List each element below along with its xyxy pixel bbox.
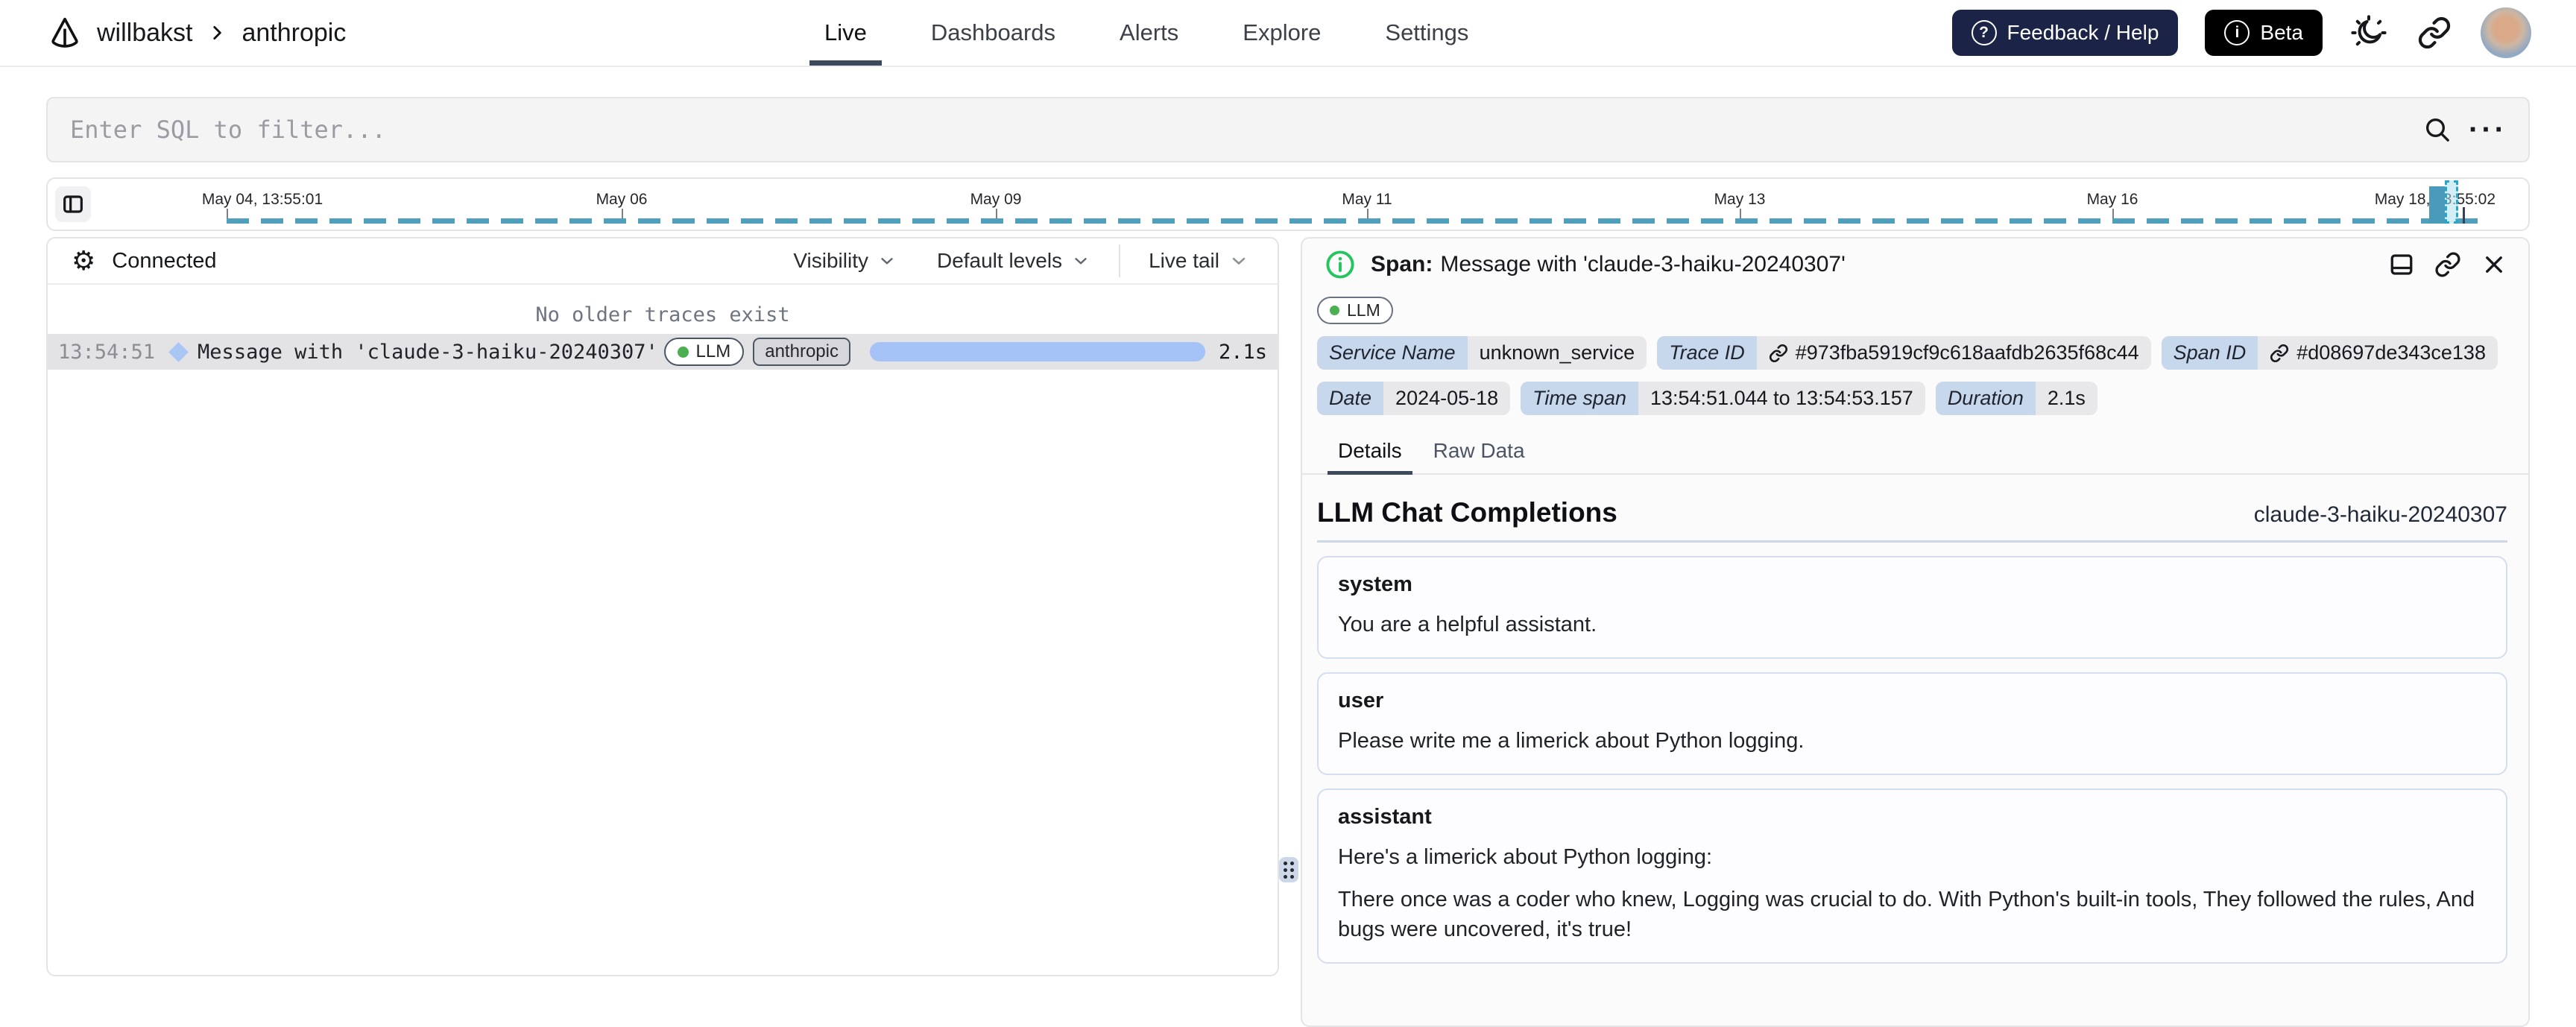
span-meta-row-2: Date 2024-05-18 Time span 13:54:51.044 t… — [1302, 382, 2528, 415]
timeline-selection-region[interactable] — [2445, 180, 2458, 224]
section-header: LLM Chat Completions claude-3-haiku-2024… — [1317, 497, 2507, 528]
chevron-down-icon — [1232, 257, 1246, 265]
span-panel-header: Span: Message with 'claude-3-haiku-202403… — [1302, 238, 2528, 291]
tab-details[interactable]: Details — [1328, 432, 1412, 475]
span-title: Span: Message with 'claude-3-haiku-202403… — [1371, 252, 1846, 276]
model-name: claude-3-haiku-20240307 — [2253, 502, 2507, 527]
breadcrumb-org[interactable]: willbakst — [97, 19, 192, 48]
message-role: system — [1338, 572, 1412, 596]
timeline-tick-label: May 13 — [1714, 191, 1766, 208]
feedback-help-button[interactable]: ? Feedback / Help — [1951, 10, 2179, 56]
timeline-now-marker — [2463, 207, 2465, 224]
message-role: user — [1338, 689, 1384, 713]
green-dot-icon — [677, 346, 689, 358]
top-navbar: willbakst anthropic Live Dashboards Aler… — [0, 0, 2576, 67]
sql-filter-bar: ··· — [46, 97, 2530, 162]
trace-timestamp: 13:54:51 — [58, 340, 156, 364]
message-content: There once was a coder who knew, Logging… — [1338, 888, 2475, 941]
copy-link-icon[interactable] — [2433, 250, 2463, 279]
green-dot-icon — [1330, 306, 1339, 315]
span-llm-badge: LLM — [1317, 297, 1393, 324]
main-nav-tabs: Live Dashboards Alerts Explore Settings — [809, 0, 1473, 66]
user-avatar[interactable] — [2481, 7, 2531, 58]
timeline-tick-label: May 04, 13:55:01 — [201, 191, 323, 208]
visibility-dropdown[interactable]: Visibility — [781, 249, 909, 273]
live-tail-dropdown[interactable]: Live tail — [1137, 249, 1261, 273]
tab-settings[interactable]: Settings — [1380, 0, 1473, 66]
trace-row[interactable]: 13:54:51 Message with 'claude-3-haiku-20… — [48, 334, 1278, 370]
sql-filter-input[interactable] — [48, 98, 2423, 161]
search-icon[interactable] — [2422, 115, 2452, 145]
section-divider — [1317, 540, 2507, 543]
span-diamond-icon — [168, 341, 189, 362]
sidebar-toggle-icon[interactable] — [55, 186, 91, 222]
message-role: assistant — [1338, 805, 1432, 829]
message-card-user: user Please write me a limerick about Py… — [1317, 672, 2507, 776]
message-card-system: system You are a helpful assistant. — [1317, 556, 2507, 660]
close-icon[interactable] — [2479, 250, 2509, 279]
beta-button[interactable]: i Beta — [2205, 10, 2323, 56]
span-detail-tabs: Details Raw Data — [1302, 432, 2528, 475]
timeline-tick-label: May 16 — [2086, 191, 2138, 208]
timeline-tick-label: May 06 — [596, 191, 648, 208]
breadcrumb-project[interactable]: anthropic — [242, 19, 346, 48]
gear-icon[interactable]: ⚙ — [72, 247, 95, 274]
section-title: LLM Chat Completions — [1317, 497, 1617, 528]
span-meta-row-1: Service Name unknown_service Trace ID #9… — [1302, 336, 2528, 370]
tab-alerts[interactable]: Alerts — [1115, 0, 1183, 66]
default-levels-dropdown[interactable]: Default levels — [925, 249, 1102, 273]
chevron-right-icon — [207, 23, 227, 42]
info-circle-icon: i — [2224, 20, 2250, 45]
duration-bar — [869, 342, 1205, 361]
dock-bottom-icon[interactable] — [2387, 250, 2416, 279]
chevron-down-icon — [1075, 258, 1087, 265]
timeline-histogram-bar — [2429, 186, 2445, 224]
tab-raw-data[interactable]: Raw Data — [1429, 432, 1530, 473]
link-icon — [2270, 344, 2289, 362]
connection-status: Connected — [112, 248, 217, 273]
tab-live[interactable]: Live — [809, 0, 882, 66]
logfire-flame-logo-icon[interactable] — [48, 16, 82, 50]
llm-tag-badge: LLM — [663, 338, 745, 366]
trace-message: Message with 'claude-3-haiku-20240307' — [198, 340, 658, 364]
no-older-traces-message: No older traces exist — [535, 303, 790, 326]
timeline-tick-label: May 11 — [1342, 191, 1392, 208]
duration-text: 2.1s — [1218, 340, 1267, 364]
duration-chip: Duration 2.1s — [1935, 382, 2097, 415]
span-details-panel: Span: Message with 'claude-3-haiku-202403… — [1301, 237, 2530, 1027]
header-divider — [1119, 244, 1121, 277]
message-content: You are a helpful assistant. — [1338, 613, 1597, 636]
theme-toggle-icon[interactable] — [2349, 13, 2388, 52]
tab-dashboards[interactable]: Dashboards — [926, 0, 1060, 66]
tab-explore[interactable]: Explore — [1238, 0, 1325, 66]
timeline-activity-dashes — [227, 218, 2484, 224]
link-icon — [1769, 344, 1787, 362]
span-id-chip[interactable]: Span ID #d08697de343ce138 — [2161, 336, 2498, 370]
traces-panel: ⚙ Connected Visibility Default levels Li… — [46, 237, 1279, 976]
traces-panel-header: ⚙ Connected Visibility Default levels Li… — [48, 238, 1278, 285]
time-span-chip: Time span 13:54:51.044 to 13:54:53.157 — [1521, 382, 1925, 415]
trace-id-chip[interactable]: Trace ID #973fba5919cf9c618aafdb2635f68c… — [1657, 336, 2151, 370]
nav-right-cluster: ? Feedback / Help i Beta — [1951, 0, 2531, 66]
breadcrumb: willbakst anthropic — [48, 0, 346, 66]
timeline-tick-label: May 09 — [970, 191, 1022, 208]
question-icon: ? — [1971, 20, 1997, 45]
chevron-down-icon — [881, 258, 893, 265]
info-icon — [1325, 249, 1356, 280]
date-chip: Date 2024-05-18 — [1317, 382, 1511, 415]
share-link-icon[interactable] — [2415, 13, 2454, 52]
panel-resize-handle[interactable] — [1279, 857, 1298, 882]
message-content: Here's a limerick about Python logging: — [1338, 845, 1713, 870]
message-content: Please write me a limerick about Python … — [1338, 729, 1805, 753]
provider-tag-badge: anthropic — [753, 338, 850, 366]
message-card-assistant: assistant Here's a limerick about Python… — [1317, 789, 2507, 964]
service-name-chip: Service Name unknown_service — [1317, 336, 1647, 370]
timeline-strip[interactable]: May 04, 13:55:01 May 06 May 09 May 11 Ma… — [46, 177, 2530, 231]
